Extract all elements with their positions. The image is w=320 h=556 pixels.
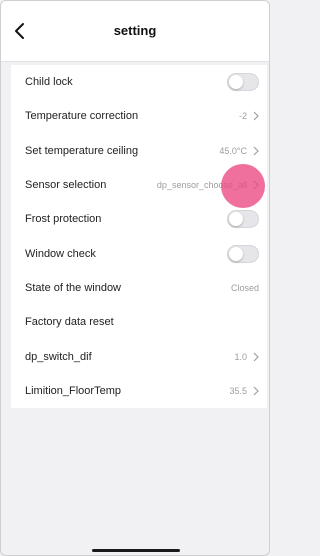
chevron-right-icon — [253, 386, 259, 396]
child-lock-toggle[interactable] — [227, 73, 259, 92]
row-value: 45.0°C — [219, 145, 247, 156]
row-label: Window check — [25, 247, 96, 260]
row-right: 1.0 — [234, 352, 259, 362]
row-label: Sensor selection — [25, 179, 107, 192]
row-state-of-the-window: State of the window Closed — [11, 271, 267, 305]
row-value: dp_sensor_choose_all — [156, 180, 247, 191]
toggle-knob — [229, 75, 243, 90]
settings-list: Child lock Temperature correction -2 Set… — [11, 65, 267, 408]
row-sensor-selection[interactable]: Sensor selection dp_sensor_choose_all — [11, 168, 267, 202]
row-label: Limition_FloorTemp — [25, 384, 121, 397]
row-frost-protection[interactable]: Frost protection — [11, 202, 267, 236]
row-value: 35.5 — [229, 385, 247, 396]
row-value: 1.0 — [234, 351, 247, 362]
chevron-right-icon — [253, 112, 259, 121]
row-label: Set temperature ceiling — [25, 144, 139, 157]
window-check-toggle[interactable] — [227, 244, 259, 263]
row-label: Child lock — [25, 76, 73, 89]
row-right: dp_sensor_choose_all — [157, 180, 259, 190]
row-label: Frost protection — [25, 213, 102, 226]
row-right: Closed — [231, 283, 259, 293]
row-value: -2 — [238, 111, 247, 122]
toggle-knob — [229, 212, 243, 227]
row-window-check[interactable]: Window check — [11, 236, 267, 270]
home-indicator — [92, 549, 180, 552]
row-label: Temperature correction — [25, 110, 139, 123]
row-label: dp_switch_dif — [25, 350, 92, 363]
row-temperature-correction[interactable]: Temperature correction -2 — [11, 99, 267, 133]
page-title: setting — [113, 23, 157, 38]
row-value: Closed — [230, 282, 259, 293]
row-label: Factory data reset — [25, 316, 114, 329]
chevron-right-icon — [253, 146, 259, 156]
frost-protection-toggle[interactable] — [227, 210, 259, 229]
row-right: 45.0°C — [219, 146, 259, 156]
toggle-knob — [229, 246, 243, 261]
row-child-lock[interactable]: Child lock — [11, 65, 267, 99]
row-factory-data-reset[interactable]: Factory data reset — [11, 305, 267, 339]
row-label: State of the window — [25, 281, 122, 294]
top-bar: setting — [1, 1, 269, 62]
row-dp-switch-dif[interactable]: dp_switch_dif 1.0 — [11, 339, 267, 373]
chevron-right-icon — [253, 180, 259, 190]
phone-screen: setting Child lock Temperature correctio… — [0, 0, 270, 556]
row-right: 35.5 — [229, 386, 259, 396]
row-limition-floortemp[interactable]: Limition_FloorTemp 35.5 — [11, 374, 267, 408]
chevron-right-icon — [253, 352, 259, 361]
row-set-temperature-ceiling[interactable]: Set temperature ceiling 45.0°C — [11, 134, 267, 168]
row-right: -2 — [239, 111, 259, 121]
